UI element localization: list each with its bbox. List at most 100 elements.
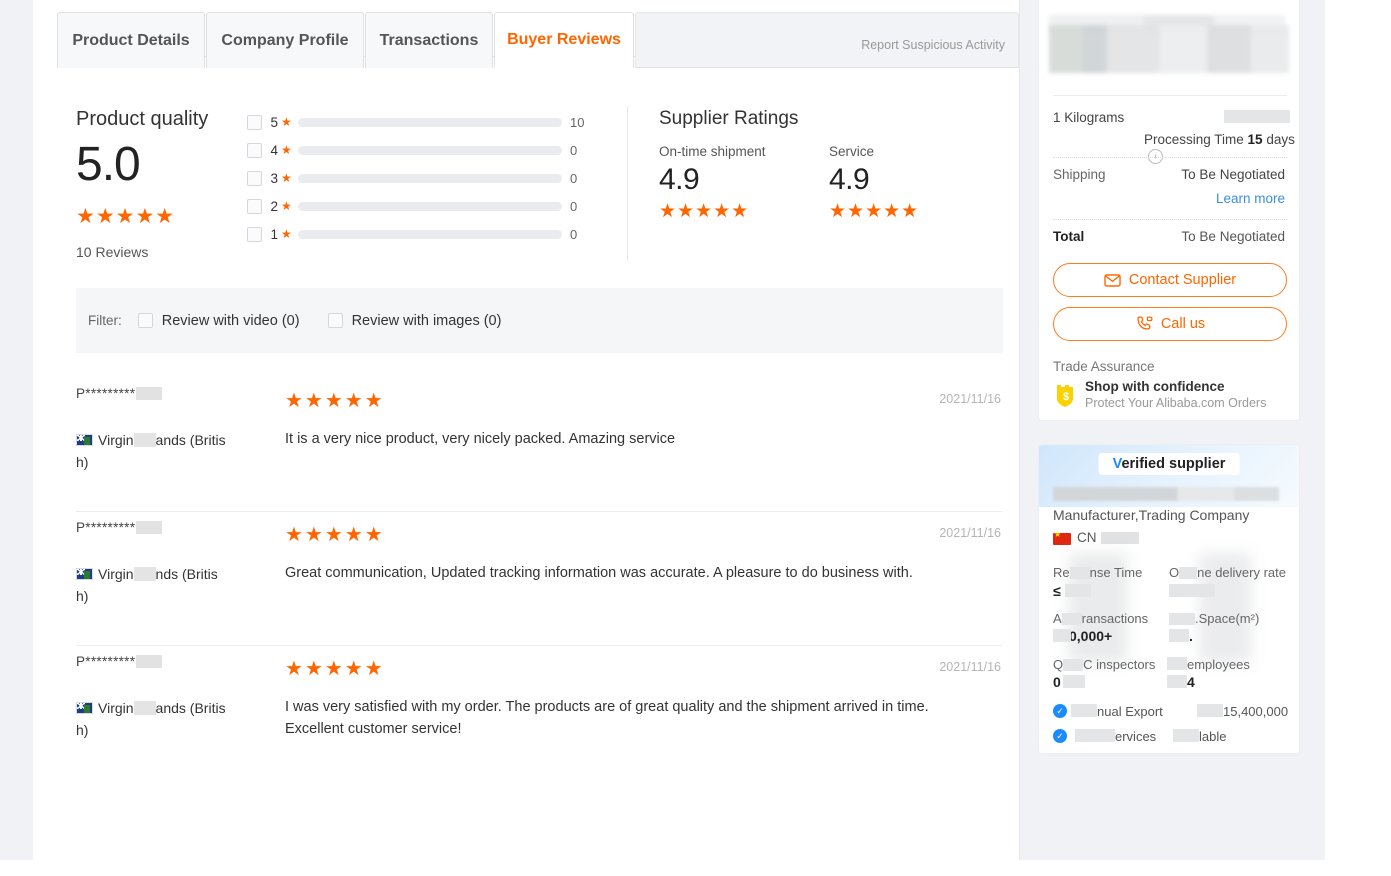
country-name-part3: h) [76,722,89,738]
verified-supplier-badge: Verified supplier [1098,453,1240,475]
review-list: P********* Virgin ands (Britis h) ★★★★★ 2021/… [76,378,1003,780]
star-count-label: 3 [270,170,278,186]
stat-label-text: nse Time [1089,565,1143,580]
redaction [1065,584,1091,597]
redaction [1179,567,1198,579]
verified-check-icon: ✓ [1053,704,1067,718]
rating-breakdown-row[interactable]: 2 ★ 0 [247,192,592,220]
author-masked-name: P********* [76,654,136,669]
redaction [1167,657,1187,670]
rating-breakdown-row[interactable]: 1 ★ 0 [247,220,592,248]
checkbox-icon[interactable] [247,226,262,242]
redacted-weight-value [1224,110,1290,123]
british-virgin-islands-flag-icon [76,434,93,446]
tab-bar: Product Details Company Profile Transact… [57,12,1019,69]
tab-product-details[interactable]: Product Details [57,12,205,68]
shipping-value: To Be Negotiated [1181,167,1285,182]
redaction [1197,704,1223,717]
redaction [1169,613,1195,625]
annual-export-value: 15,400,000 [1223,704,1288,719]
redaction [1075,729,1115,742]
call-us-button[interactable]: Call us [1053,307,1287,341]
processing-time-suffix: days [1262,132,1295,147]
tab-transactions[interactable]: Transactions [365,12,493,68]
review-author-name: P********* [76,386,271,401]
ratings-summary: Product quality 5.0 ★★★★★ 10 Reviews 5 ★ 1… [76,100,1006,270]
product-quality-review-count: 10 Reviews [76,244,149,260]
shield-dollar-icon: $ [1055,383,1077,409]
checkbox-icon[interactable] [247,114,262,130]
checkbox-icon[interactable] [247,170,262,186]
review-date: 2021/11/16 [939,392,1001,406]
stat-label-text: employees [1187,657,1250,672]
review-author-country: Virgin nds (Britis h) [76,563,271,607]
star-count-label: 2 [270,198,278,214]
order-weight: 1 Kilograms [1053,110,1125,125]
redaction [1053,629,1071,642]
tab-buyer-reviews[interactable]: Buyer Reviews [494,12,634,68]
rating-count-value: 10 [570,114,585,130]
stat-label-text: ransactions [1081,611,1149,626]
rating-breakdown-row[interactable]: 4 ★ 0 [247,136,592,164]
rating-bar-track [297,145,562,155]
divider-dotted [1053,219,1287,220]
rating-breakdown-list: 5 ★ 10 4 ★ 0 3 ★ 0 2 ★ 0 1 ★ 0 [247,108,592,248]
verified-badge-text: erified supplier [1121,456,1226,472]
star-icon: ★ [281,115,292,129]
stat-label-response-time: Re nse Time [1053,565,1142,580]
review-item: P********* Virgin ands (Britis h) ★★★★★ 2021/… [76,378,1003,512]
filter-label: Filter: [88,313,122,328]
review-author-block: P********* Virgin ands (Britis h) [76,386,271,473]
review-author-country: Virgin ands (Britis h) [76,697,271,741]
report-suspicious-activity-link[interactable]: Report Suspicious Activity [861,38,1005,52]
country-name-part2: ands (Britis [155,432,226,448]
redaction [1167,675,1187,688]
review-author-name: P********* [76,654,271,669]
review-item: P********* Virgin nds (Britis h) ★★★★★ 2021/1… [76,512,1003,646]
review-text: I was very satisfied with my order. The … [285,699,929,737]
redaction [1063,675,1085,688]
redaction [1061,613,1082,625]
stat-label-prefix: Q [1053,657,1064,672]
redaction [136,387,163,400]
left-gutter [0,0,33,860]
product-quality-stars: ★★★★★ [76,205,176,228]
tab-label: Transactions [379,31,479,49]
checkbox-icon[interactable] [327,313,343,328]
rating-breakdown-row[interactable]: 5 ★ 10 [247,108,592,136]
rating-stars: ★★★★★ [659,201,750,222]
order-summary-card: 1 Kilograms Processing Time 15 daysi Shi… [1038,0,1300,421]
checkbox-icon[interactable] [137,313,153,328]
rating-breakdown-row[interactable]: 3 ★ 0 [247,164,592,192]
country-name-part1: Virgin [98,432,134,448]
checkbox-icon[interactable] [247,198,262,214]
tab-company-profile[interactable]: Company Profile [206,12,364,68]
contact-supplier-button[interactable]: Contact Supplier [1053,263,1287,297]
redaction [136,521,163,534]
learn-more-link[interactable]: Learn more [1216,191,1285,206]
british-virgin-islands-flag-icon [76,702,93,714]
review-author-block: P********* Virgin nds (Britis h) [76,520,271,607]
country-name-part3: h) [76,454,89,470]
star-icon: ★ [281,143,292,157]
phone-icon [1135,316,1153,332]
filter-review-with-images[interactable]: Review with images (0) [327,313,501,329]
filter-review-with-video[interactable]: Review with video (0) [137,313,300,329]
product-quality-score: 5.0 [76,138,141,191]
british-virgin-islands-flag-icon [76,568,93,580]
stat-label-prefix: O [1169,565,1180,580]
redaction [1069,567,1090,579]
supplier-ratings-section: Supplier Ratings On-time shipment 4.9 ★★… [659,108,999,223]
stat-label-prefix: Re [1053,565,1070,580]
rating-label: Service [829,144,875,159]
rating-count-value: 0 [570,198,578,214]
checkbox-icon[interactable] [247,142,262,158]
annual-export-label: nual Export [1097,704,1163,719]
stat-label-on-time-delivery: One delivery rate [1169,565,1286,580]
review-text: It is a very nice product, very nicely p… [285,431,676,447]
stat-label-transactions: Aransactions [1053,611,1148,626]
country-name-part2: ands (Britis [155,700,226,716]
review-text: Great communication, Updated tracking in… [285,565,913,581]
review-filter-bar: Filter: Review with video (0) Review wit… [76,288,1003,353]
stat-value-floor-space: . [1189,628,1193,644]
